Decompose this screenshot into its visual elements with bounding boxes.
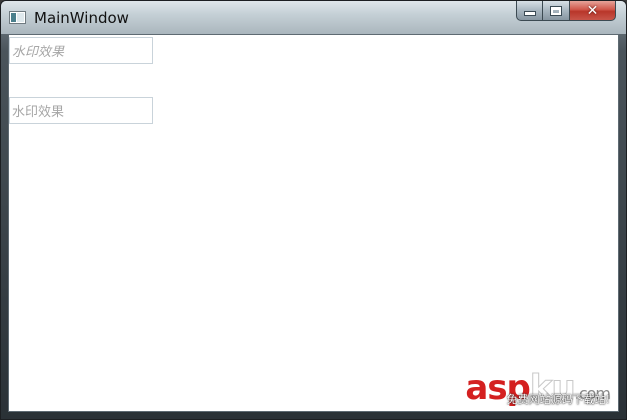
site-watermark-logo: aspku.com 免费网站源码下载站! xyxy=(465,371,611,406)
site-logo-tagline: 免费网站源码下载站! xyxy=(506,393,610,406)
app-window-icon[interactable] xyxy=(9,11,26,24)
window-title: MainWindow xyxy=(34,9,129,27)
minimize-icon xyxy=(523,11,536,16)
minimize-button[interactable] xyxy=(516,1,543,21)
maximize-button[interactable] xyxy=(543,1,570,21)
watermark-textbox-normal[interactable]: 水印效果 xyxy=(9,97,153,124)
main-window: MainWindow ✕ 水印效果 水印效果 aspku.com 免费网站源码下… xyxy=(0,0,627,420)
close-icon: ✕ xyxy=(586,2,599,19)
watermark-placeholder-normal: 水印效果 xyxy=(12,105,65,120)
watermark-placeholder-italic: 水印效果 xyxy=(12,45,65,60)
close-button[interactable]: ✕ xyxy=(570,1,616,21)
window-client-area: 水印效果 水印效果 aspku.com 免费网站源码下载站! xyxy=(8,34,619,412)
window-controls: ✕ xyxy=(516,1,616,21)
maximize-icon xyxy=(550,5,562,16)
title-bar[interactable]: MainWindow ✕ xyxy=(1,1,626,34)
watermark-textbox-italic[interactable]: 水印效果 xyxy=(9,37,153,64)
